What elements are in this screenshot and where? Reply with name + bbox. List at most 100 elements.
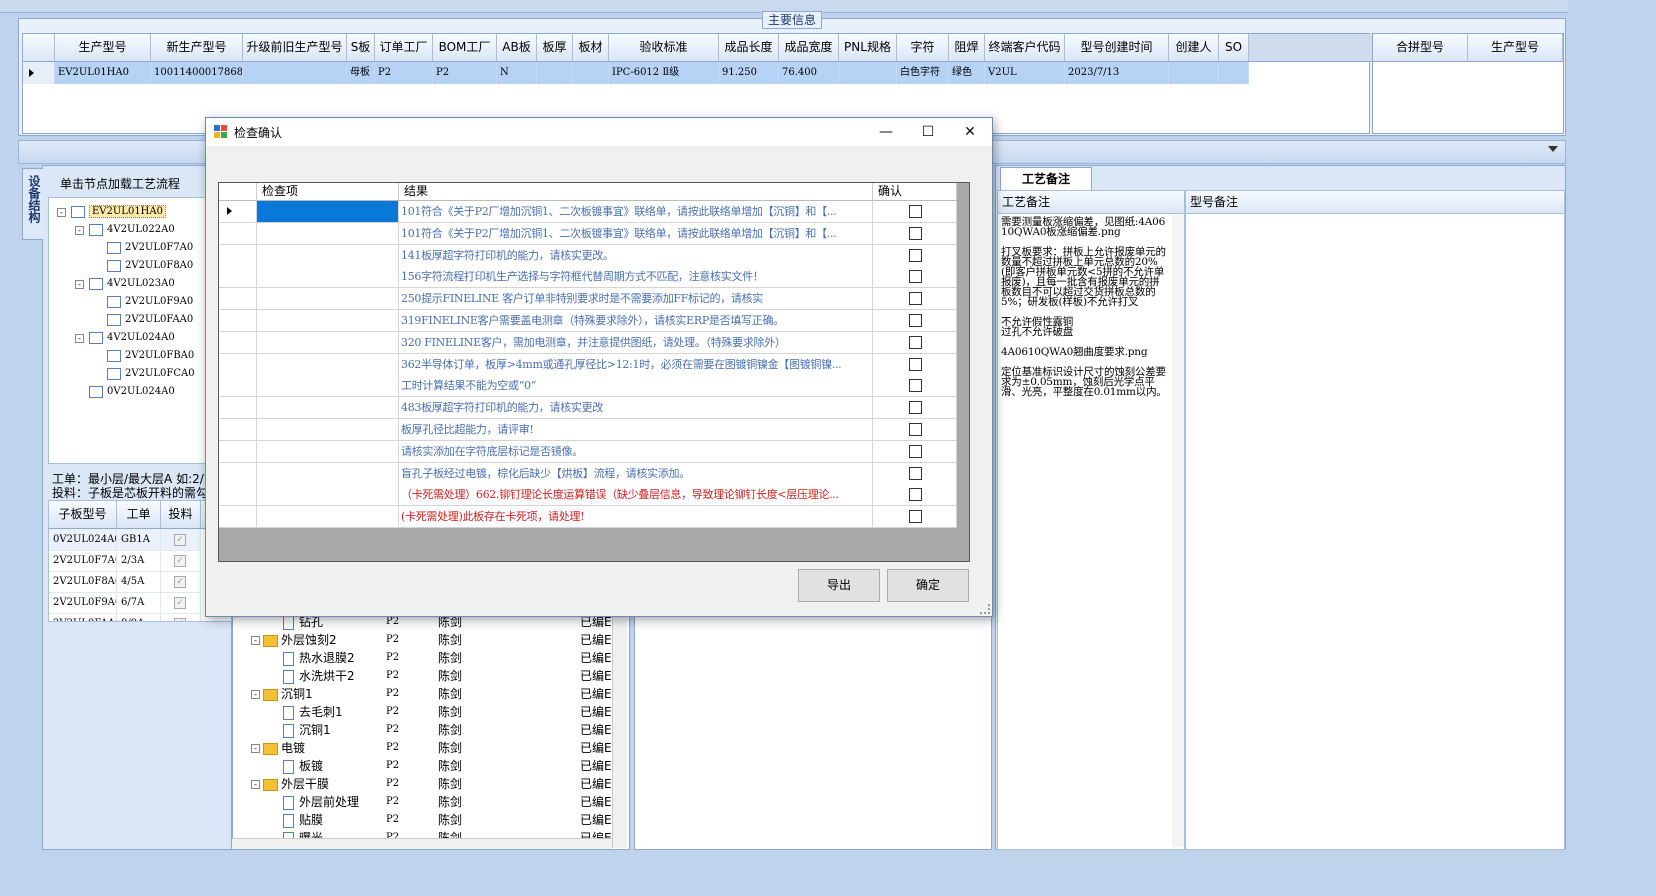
main-row-cell[interactable] bbox=[537, 62, 573, 84]
main-row-cell[interactable]: 91.250 bbox=[719, 62, 779, 84]
confirm-checkbox[interactable] bbox=[909, 423, 922, 436]
tab-craft-remarks[interactable]: 工艺备注 bbox=[1000, 167, 1092, 190]
main-row-cell[interactable]: 10011400017868 bbox=[151, 62, 243, 84]
material-checkbox[interactable]: ✓ bbox=[161, 613, 201, 621]
main-row-cell[interactable]: 76.400 bbox=[779, 62, 839, 84]
tree-node[interactable]: 2V2UL0F7A0 bbox=[107, 240, 193, 256]
main-header-cell[interactable]: 板材 bbox=[573, 34, 609, 61]
minimize-button[interactable]: — bbox=[864, 118, 908, 146]
check-item-cell[interactable] bbox=[257, 375, 399, 397]
confirm-checkbox[interactable] bbox=[909, 292, 922, 306]
main-header-cell[interactable]: 阻焊 bbox=[949, 34, 985, 61]
confirm-checkbox[interactable] bbox=[909, 510, 922, 524]
check-row[interactable]: 320 FINELINE客户，需加电测章，并注意提供图纸，请处理。（特殊要求除外… bbox=[219, 331, 957, 354]
row-header[interactable] bbox=[219, 397, 257, 419]
check-row[interactable]: 工时计算结果不能为空或“0” bbox=[219, 375, 957, 398]
check-row[interactable]: 板厚孔径比超能力，请评审! bbox=[219, 419, 957, 441]
material-checkbox[interactable]: ✓ bbox=[161, 592, 201, 613]
confirm-cell[interactable] bbox=[873, 375, 957, 397]
material-checkbox[interactable]: ✓ bbox=[161, 529, 201, 550]
tree-node[interactable]: 2V2UL0FCA0 bbox=[107, 366, 195, 382]
main-header-cell[interactable]: 新生产型号 bbox=[151, 34, 243, 61]
check-row[interactable]: 250提示FINELINE 客户订单非特别要求时是不需要添加FF标记的，请核实 bbox=[219, 288, 957, 311]
sub-grid-row[interactable]: 2V2UL0F8A0 4/5A ✓ bbox=[49, 571, 201, 593]
check-result-cell[interactable]: 101符合《关于P2厂增加沉铜1、二次板镀事宜》联络单，请按此联络单增加【沉铜】… bbox=[399, 201, 873, 222]
main-row-cell[interactable] bbox=[573, 62, 609, 84]
ok-button[interactable]: 确定 bbox=[887, 569, 969, 602]
craft-remarks-text[interactable]: 需要测量板涨缩偏差，见图纸:4A0610QWA0板涨缩偏差.png 打叉板要求：… bbox=[1001, 217, 1169, 398]
tree-node[interactable]: 4V2UL022A0 bbox=[89, 222, 175, 238]
sub-header-cell[interactable]: 投料 bbox=[161, 501, 201, 528]
check-result-cell[interactable]: 483板厚超字符打印机的能力，请核实更改 bbox=[399, 397, 873, 419]
check-row[interactable]: 319FINELINE客户需要盖电测章（特殊要求除外），请核实ERP是否填写正确… bbox=[219, 310, 957, 332]
tree-node[interactable]: EV2UL01HA0 bbox=[71, 204, 166, 220]
tree-node[interactable]: 2V2UL0F9A0 bbox=[107, 294, 193, 310]
main-row-cell[interactable]: P2 bbox=[433, 62, 497, 84]
row-header[interactable] bbox=[219, 244, 257, 266]
process-row[interactable]: - 外层蚀刻2 P2 陈剑 已编E bbox=[233, 631, 613, 649]
merge-header-cell[interactable]: 生产型号 bbox=[1468, 34, 1563, 61]
check-item-cell[interactable] bbox=[257, 244, 399, 266]
material-checkbox[interactable]: ✓ bbox=[161, 550, 201, 571]
main-row-cell[interactable]: V2UL bbox=[985, 62, 1065, 84]
check-item-cell[interactable] bbox=[257, 462, 399, 484]
confirm-cell[interactable] bbox=[873, 462, 957, 484]
process-expander-icon[interactable]: - bbox=[251, 780, 260, 789]
row-header[interactable] bbox=[219, 310, 257, 331]
check-result-cell[interactable]: 362半导体订单，板厚>4mm或通孔厚径比>12:1时，必须在需要在图镀铜镍金【… bbox=[399, 353, 873, 375]
main-grid-row[interactable]: EV2UL01HA0 10011400017868 母板 P2 P2 N IPC-6012 … bbox=[23, 62, 1249, 84]
check-result-cell[interactable]: 板厚孔径比超能力，请评审! bbox=[399, 419, 873, 440]
process-row[interactable]: 沉铜1 P2 陈剑 已编E bbox=[233, 721, 613, 739]
process-row[interactable]: 去毛刺1 P2 陈剑 已编E bbox=[233, 703, 613, 721]
confirm-checkbox[interactable] bbox=[909, 314, 922, 327]
close-button[interactable]: ✕ bbox=[948, 118, 992, 146]
confirm-cell[interactable] bbox=[873, 506, 957, 528]
check-result-cell[interactable]: 工时计算结果不能为空或“0” bbox=[399, 375, 873, 397]
main-header-cell[interactable]: 字符 bbox=[897, 34, 949, 61]
row-header[interactable] bbox=[219, 419, 257, 440]
check-row[interactable]: 362半导体订单，板厚>4mm或通孔厚径比>12:1时，必须在需要在图镀铜镍金【… bbox=[219, 353, 957, 376]
check-result-cell[interactable]: 请核实添加在字符底层标记是否镜像。 bbox=[399, 440, 873, 462]
row-header[interactable] bbox=[219, 331, 257, 353]
check-row[interactable]: （卡死需处理）662.铆钉理论长度运算错误（缺少叠层信息，导致理论铆钉长度<层压… bbox=[219, 484, 957, 507]
main-header-cell[interactable]: AB板 bbox=[497, 34, 537, 61]
export-button[interactable]: 导出 bbox=[798, 569, 880, 602]
tree-node[interactable]: 2V2UL0F8A0 bbox=[107, 258, 193, 274]
check-item-cell[interactable] bbox=[257, 506, 399, 528]
process-row[interactable]: 贴膜 P2 陈剑 已编E bbox=[233, 811, 613, 829]
process-expander-icon[interactable]: - bbox=[251, 690, 260, 699]
main-header-cell[interactable]: S板 bbox=[347, 34, 375, 61]
tree-node[interactable]: 4V2UL024A0 bbox=[89, 330, 175, 346]
row-header[interactable] bbox=[219, 201, 257, 222]
check-result-cell[interactable]: 盲孔子板经过电镀，棕化后缺少【烘板】流程，请核实添加。 bbox=[399, 462, 873, 484]
check-row[interactable]: 141板厚超字符打印机的能力，请核实更改。 bbox=[219, 244, 957, 267]
row-header[interactable] bbox=[219, 375, 257, 397]
check-item-cell[interactable] bbox=[257, 331, 399, 353]
check-item-cell[interactable] bbox=[257, 201, 399, 222]
check-result-cell[interactable]: （卡死需处理）662.铆钉理论长度运算错误（缺少叠层信息，导致理论铆钉长度<层压… bbox=[399, 484, 873, 506]
main-header-cell[interactable]: 订单工厂 bbox=[375, 34, 433, 61]
main-row-cell[interactable]: 绿色 bbox=[949, 62, 985, 84]
main-row-cell[interactable]: EV2UL01HA0 bbox=[55, 62, 151, 84]
process-row[interactable]: - 电镀 P2 陈剑 已编E bbox=[233, 739, 613, 757]
check-item-cell[interactable] bbox=[257, 266, 399, 288]
process-row[interactable]: 板镀 P2 陈剑 已编E bbox=[233, 757, 613, 775]
main-header-cell[interactable]: SO bbox=[1219, 34, 1249, 61]
main-header-cell[interactable]: BOM工厂 bbox=[433, 34, 497, 61]
row-header[interactable] bbox=[219, 288, 257, 310]
collapse-arrow-icon[interactable] bbox=[1548, 146, 1558, 152]
confirm-cell[interactable] bbox=[873, 331, 957, 353]
check-result-cell[interactable]: 319FINELINE客户需要盖电测章（特殊要求除外），请核实ERP是否填写正确… bbox=[399, 310, 873, 331]
merge-header-cell[interactable]: 合拼型号 bbox=[1373, 34, 1468, 61]
confirm-checkbox[interactable] bbox=[909, 335, 922, 349]
row-header[interactable] bbox=[219, 222, 257, 244]
check-row[interactable]: 101符合《关于P2厂增加沉铜1、二次板镀事宜》联络单，请按此联络单增加【沉铜】… bbox=[219, 222, 957, 245]
sub-grid-row[interactable]: 2V2UL0F7A0 2/3A ✓ bbox=[49, 550, 201, 572]
main-row-cell[interactable] bbox=[243, 62, 347, 84]
tree-expander-icon[interactable]: - bbox=[75, 334, 84, 343]
main-header-cell[interactable]: 型号创建时间 bbox=[1065, 34, 1169, 61]
tab-device-structure[interactable]: 设备结构 bbox=[22, 168, 43, 240]
main-row-cell[interactable] bbox=[839, 62, 897, 84]
process-expander-icon[interactable]: - bbox=[251, 744, 260, 753]
process-row[interactable]: 热水退膜2 P2 陈剑 已编E bbox=[233, 649, 613, 667]
